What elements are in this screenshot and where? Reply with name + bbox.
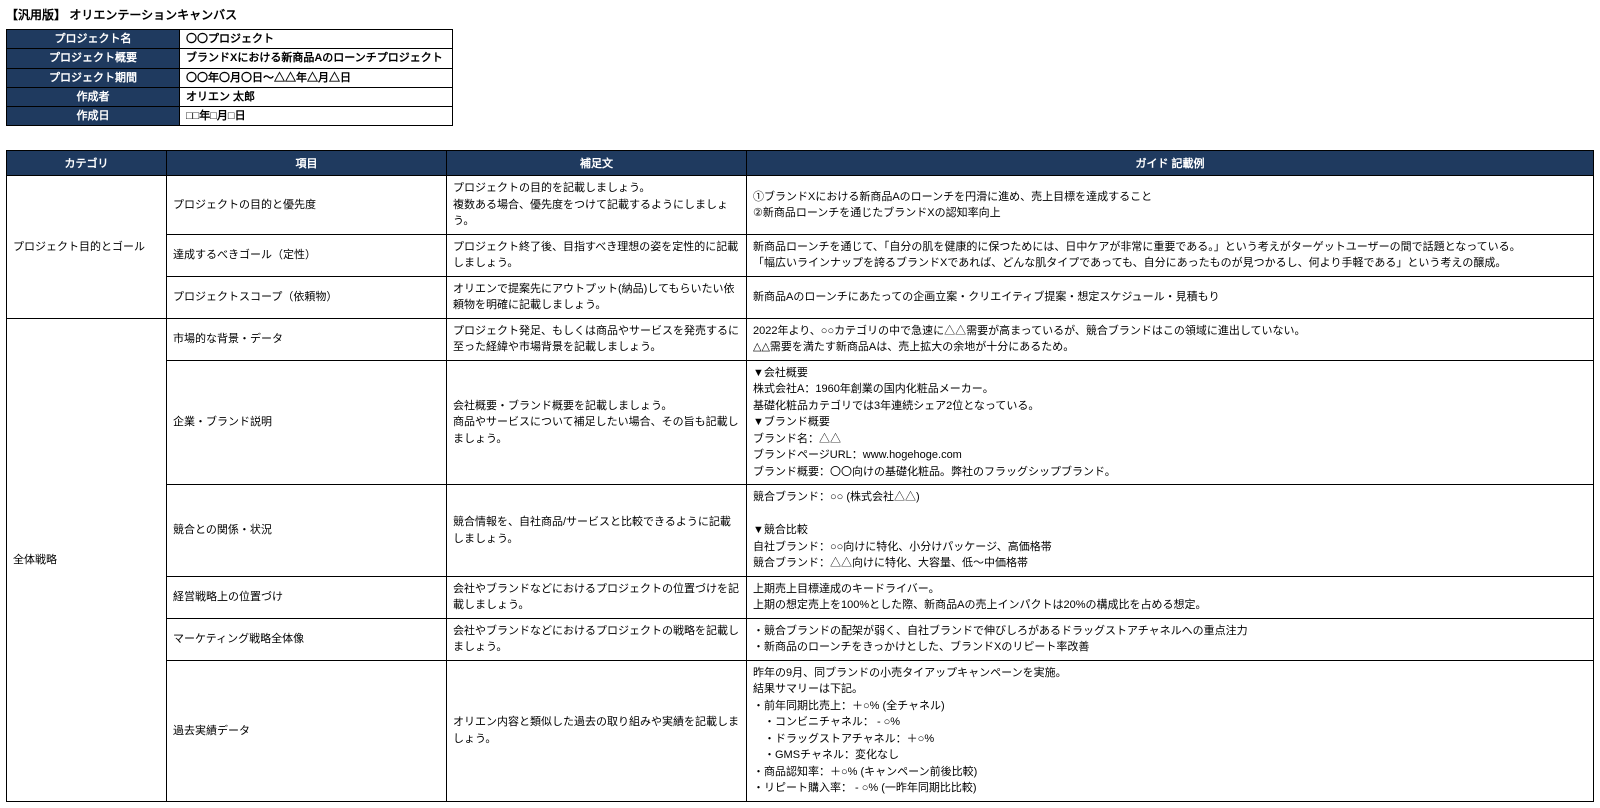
supplement-cell: 競合情報を、自社商品/サービスと比較できるように記載しましょう。: [447, 485, 747, 577]
item-cell: 過去実績データ: [167, 660, 447, 801]
header-item: 項目: [167, 151, 447, 176]
example-cell: 新商品Aのローンチにあたっての企画立案・クリエイティブ提案・想定スケジュール・見…: [747, 276, 1594, 318]
category-cell: プロジェクト目的とゴール: [7, 176, 167, 319]
item-cell: 競合との関係・状況: [167, 485, 447, 577]
info-table: プロジェクト名 〇〇プロジェクト プロジェクト概要 ブランドXにおける新商品Aの…: [6, 29, 453, 126]
table-row: 経営戦略上の位置づけ会社やブランドなどにおけるプロジェクトの位置づけを記載しまし…: [7, 576, 1594, 618]
supplement-cell: プロジェクト発足、もしくは商品やサービスを発売するに至った経緯や市場背景を記載し…: [447, 318, 747, 360]
item-cell: 市場的な背景・データ: [167, 318, 447, 360]
category-cell: 全体戦略: [7, 318, 167, 801]
header-category: カテゴリ: [7, 151, 167, 176]
info-value-date: □□年□月□日: [180, 107, 453, 126]
item-cell: プロジェクトの目的と優先度: [167, 176, 447, 235]
item-cell: マーケティング戦略全体像: [167, 618, 447, 660]
example-cell: ①ブランドXにおける新商品Aのローンチを円滑に進め、売上目標を達成すること ②新…: [747, 176, 1594, 235]
supplement-cell: 会社やブランドなどにおけるプロジェクトの戦略を記載しましょう。: [447, 618, 747, 660]
item-cell: プロジェクトスコープ（依頼物）: [167, 276, 447, 318]
info-label-date: 作成日: [7, 107, 180, 126]
table-row: 競合との関係・状況競合情報を、自社商品/サービスと比較できるように記載しましょう…: [7, 485, 1594, 577]
supplement-cell: 会社概要・ブランド概要を記載しましょう。 商品やサービスについて補足したい場合、…: [447, 360, 747, 485]
example-cell: 2022年より、○○カテゴリの中で急速に△△需要が高まっているが、競合ブランドは…: [747, 318, 1594, 360]
supplement-cell: オリエン内容と類似した過去の取り組みや実績を記載しましょう。: [447, 660, 747, 801]
table-row: 達成するべきゴール（定性）プロジェクト終了後、目指すべき理想の姿を定性的に記載し…: [7, 234, 1594, 276]
example-cell: ▼会社概要 株式会社A：1960年創業の国内化粧品メーカー。 基礎化粧品カテゴリ…: [747, 360, 1594, 485]
info-value-overview: ブランドXにおける新商品Aのローンチプロジェクト: [180, 49, 453, 68]
info-value-author: オリエン 太郎: [180, 87, 453, 106]
info-label-name: プロジェクト名: [7, 30, 180, 49]
table-row: 過去実績データオリエン内容と類似した過去の取り組みや実績を記載しましょう。昨年の…: [7, 660, 1594, 801]
table-row: 企業・ブランド説明会社概要・ブランド概要を記載しましょう。 商品やサービスについ…: [7, 360, 1594, 485]
example-cell: 昨年の9月、同ブランドの小売タイアップキャンペーンを実施。 結果サマリーは下記。…: [747, 660, 1594, 801]
page-title: 【汎用版】 オリエンテーションキャンバス: [6, 6, 1594, 23]
table-row: マーケティング戦略全体像会社やブランドなどにおけるプロジェクトの戦略を記載しまし…: [7, 618, 1594, 660]
supplement-cell: プロジェクトの目的を記載しましょう。 複数ある場合、優先度をつけて記載するように…: [447, 176, 747, 235]
header-supplement: 補足文: [447, 151, 747, 176]
supplement-cell: プロジェクト終了後、目指すべき理想の姿を定性的に記載しましょう。: [447, 234, 747, 276]
info-value-name: 〇〇プロジェクト: [180, 30, 453, 49]
item-cell: 経営戦略上の位置づけ: [167, 576, 447, 618]
info-label-overview: プロジェクト概要: [7, 49, 180, 68]
supplement-cell: オリエンで提案先にアウトプット(納品)してもらいたい依頼物を明確に記載しましょう…: [447, 276, 747, 318]
table-row: プロジェクト目的とゴールプロジェクトの目的と優先度プロジェクトの目的を記載しまし…: [7, 176, 1594, 235]
example-cell: 新商品ローンチを通じて、「自分の肌を健康的に保つためには、日中ケアが非常に重要で…: [747, 234, 1594, 276]
header-example: ガイド 記載例: [747, 151, 1594, 176]
main-table: カテゴリ 項目 補足文 ガイド 記載例 プロジェクト目的とゴールプロジェクトの目…: [6, 150, 1594, 802]
supplement-cell: 会社やブランドなどにおけるプロジェクトの位置づけを記載しましょう。: [447, 576, 747, 618]
example-cell: 上期売上目標達成のキードライバー。 上期の想定売上を100%とした際、新商品Aの…: [747, 576, 1594, 618]
info-label-period: プロジェクト期間: [7, 68, 180, 87]
item-cell: 達成するべきゴール（定性）: [167, 234, 447, 276]
table-row: 全体戦略市場的な背景・データプロジェクト発足、もしくは商品やサービスを発売するに…: [7, 318, 1594, 360]
example-cell: ・競合ブランドの配架が弱く、自社ブランドで伸びしろがあるドラッグストアチャネルへ…: [747, 618, 1594, 660]
info-label-author: 作成者: [7, 87, 180, 106]
info-value-period: 〇〇年〇月〇日〜△△年△月△日: [180, 68, 453, 87]
table-row: プロジェクトスコープ（依頼物）オリエンで提案先にアウトプット(納品)してもらいた…: [7, 276, 1594, 318]
example-cell: 競合ブランド：○○ (株式会社△△) ▼競合比較 自社ブランド：○○向けに特化、…: [747, 485, 1594, 577]
item-cell: 企業・ブランド説明: [167, 360, 447, 485]
